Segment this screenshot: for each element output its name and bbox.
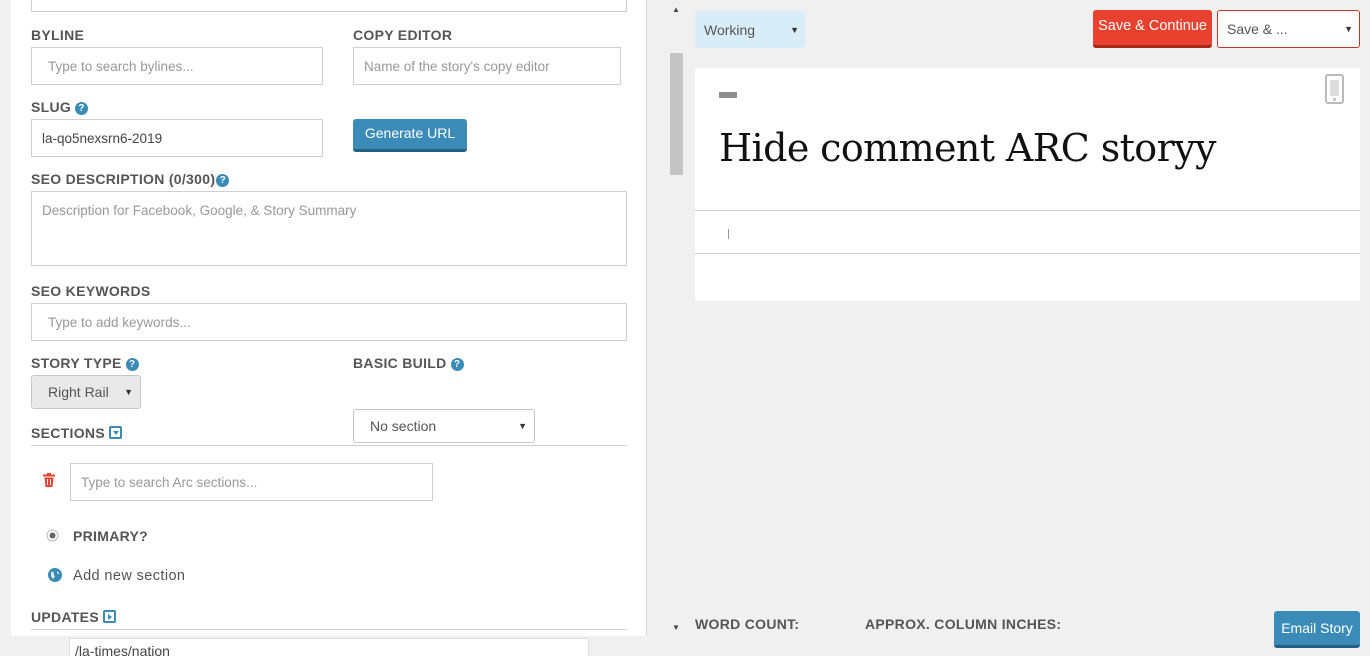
slug-label-text: SLUG (31, 99, 72, 115)
question-circle-icon[interactable]: ? (450, 358, 464, 371)
story-preview-card: Hide comment ARC storyy (695, 68, 1360, 301)
generate-url-button[interactable]: Generate URL (353, 119, 467, 152)
workflow-status-value: Working (704, 21, 756, 38)
scroll-down-arrow-icon[interactable]: ▼ (672, 623, 680, 632)
basic-build-label: BASIC BUILD? (353, 355, 464, 371)
updates-header[interactable]: UPDATES (31, 609, 116, 625)
column-inches-label: APPROX. COLUMN INCHES: (865, 616, 1062, 632)
story-type-select[interactable]: Right Rail ▼ (31, 375, 141, 409)
sections-header[interactable]: SECTIONS (31, 425, 122, 441)
basic-build-select[interactable]: No section ▼ (353, 409, 535, 443)
question-circle-icon[interactable]: ? (75, 102, 89, 115)
updates-label: UPDATES (31, 609, 99, 625)
save-options-select[interactable]: Save & ... ▼ (1217, 10, 1360, 48)
seo-description-label: SEO DESCRIPTION (0/300)? (31, 171, 230, 187)
word-count-label: WORD COUNT: (695, 616, 800, 632)
radio-selected-icon[interactable] (46, 529, 59, 542)
caret-down-icon: ▼ (790, 24, 799, 35)
globe-icon[interactable] (48, 568, 62, 582)
collapse-toggle-icon[interactable] (108, 426, 122, 439)
seo-description-label-text: SEO DESCRIPTION (0/300) (31, 171, 216, 187)
sections-label: SECTIONS (31, 425, 105, 441)
seo-keywords-label: SEO KEYWORDS (31, 283, 151, 299)
story-body-editor[interactable] (695, 211, 1360, 253)
basic-build-label-text: BASIC BUILD (353, 355, 447, 371)
add-new-section-link[interactable]: Add new section (73, 568, 185, 584)
caret-down-icon: ▼ (124, 387, 133, 397)
section-suggestion-item[interactable]: /la-times/nation (69, 638, 589, 656)
email-story-button[interactable]: Email Story (1274, 611, 1360, 648)
scrollbar-thumb[interactable] (670, 53, 683, 175)
expand-toggle-icon[interactable] (102, 610, 116, 623)
workflow-status-select[interactable]: Working ▼ (695, 11, 805, 48)
byline-label: BYLINE (31, 27, 85, 43)
trash-icon[interactable] (43, 473, 55, 487)
slug-input[interactable]: la-qo5nexsrn6-2019 (31, 119, 323, 157)
scroll-up-arrow-icon[interactable]: ▲ (672, 5, 680, 14)
slug-label: SLUG? (31, 99, 89, 115)
sections-divider (31, 445, 627, 446)
question-circle-icon[interactable]: ? (216, 174, 230, 187)
primary-label: PRIMARY? (73, 528, 148, 544)
updates-divider (31, 629, 627, 630)
basic-build-value: No section (370, 418, 437, 434)
seo-keywords-input[interactable]: Type to add keywords... (31, 303, 627, 341)
story-type-label: STORY TYPE? (31, 355, 139, 371)
save-continue-button[interactable]: Save & Continue (1093, 10, 1212, 48)
story-headline[interactable]: Hide comment ARC storyy (719, 126, 1216, 170)
copy-editor-label: COPY EDITOR (353, 27, 453, 43)
caret-down-icon: ▼ (1344, 24, 1353, 34)
title-field[interactable] (31, 0, 627, 12)
story-type-value: Right Rail (48, 384, 109, 400)
story-type-label-text: STORY TYPE (31, 355, 122, 371)
mobile-phone-icon[interactable] (1325, 74, 1344, 104)
seo-description-textarea[interactable]: Description for Facebook, Google, & Stor… (31, 191, 627, 266)
collapse-bar-icon[interactable] (719, 92, 737, 98)
byline-input[interactable]: Type to search bylines... (31, 47, 323, 85)
story-settings-panel: BYLINE Type to search bylines... COPY ED… (11, 0, 647, 636)
question-circle-icon[interactable]: ? (125, 358, 139, 371)
copy-editor-input[interactable]: Name of the story's copy editor (353, 47, 621, 85)
arc-sections-search-input[interactable]: Type to search Arc sections... (70, 463, 433, 501)
caret-down-icon: ▼ (518, 421, 527, 431)
body-divider (695, 253, 1360, 254)
save-options-value: Save & ... (1227, 21, 1288, 37)
